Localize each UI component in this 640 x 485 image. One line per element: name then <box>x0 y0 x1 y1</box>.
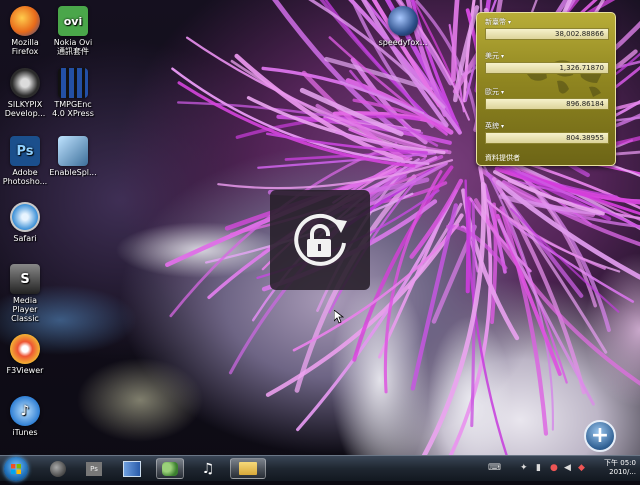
desktop-icon-silkypix[interactable]: SILKYPIX Develop... <box>0 68 50 118</box>
clock-time: 下午 05:0 <box>604 459 636 467</box>
desktop-icon-tmpgenc[interactable]: TMPGEnc 4.0 XPress <box>48 68 98 118</box>
taskbar-item-folder[interactable] <box>230 458 266 479</box>
currency-row: 美元 ▾ 1,326.71870 <box>485 51 609 74</box>
taskbar-item-firefox[interactable] <box>44 458 72 479</box>
desktop-icon-label: 4.0 XPress <box>52 109 94 118</box>
currency-selector[interactable]: 新臺幣 ▾ <box>485 17 609 27</box>
music-note-icon: ♫ <box>201 460 215 477</box>
power-icon[interactable]: ◆ <box>578 463 585 473</box>
desktop-icon-speedyfox[interactable]: speedyfox... <box>378 6 428 47</box>
pin-icon[interactable]: ✦ <box>520 463 528 473</box>
chevron-down-icon: ▾ <box>501 89 505 96</box>
desktop-icon-label: Photosho... <box>2 177 48 186</box>
currency-amount-input[interactable]: 804.38955 <box>485 132 609 144</box>
security-icon[interactable]: ● <box>550 463 558 473</box>
itunes-icon: ♪ <box>10 396 40 426</box>
desktop-icon-label: Adobe <box>12 168 38 177</box>
currency-selector[interactable]: 英鎊 ▾ <box>485 121 609 131</box>
desktop-icon-label: Safari <box>13 234 37 243</box>
photoshop-icon: Ps <box>10 136 40 166</box>
desktop-icon-label: Media <box>12 296 38 305</box>
desktop-icon-label: EnableSpl... <box>49 168 97 177</box>
currency-selector[interactable]: 美元 ▾ <box>485 51 609 61</box>
firefox-icon <box>10 6 40 36</box>
tmpgenc-icon <box>58 68 88 98</box>
currency-amount-input[interactable]: 1,326.71870 <box>485 62 609 74</box>
desktop-icon-label: 通訊套件 <box>57 47 89 56</box>
photoshop-icon: Ps <box>86 461 102 476</box>
folder-icon <box>239 462 257 475</box>
desktop-icon-label: F3Viewer <box>6 366 44 375</box>
system-tray: ⌨ ✦ ▮ ● ◀ ◆ 下午 05:0 2010/... <box>480 456 640 481</box>
taskbar-item-book[interactable] <box>118 458 146 479</box>
volume-icon[interactable]: ◀ <box>564 463 571 473</box>
book-icon <box>123 460 141 477</box>
taskbar: Ps ♫ ⌨ ✦ ▮ ● ◀ ◆ 下午 05:0 2010/... <box>0 455 640 481</box>
currency-row: 歐元 ▾ 896.86184 <box>485 87 609 110</box>
desktop-icon-label: Develop... <box>4 109 46 118</box>
desktop-icon-enablespl[interactable]: EnableSpl... <box>48 136 98 177</box>
add-button[interactable]: + <box>584 420 616 452</box>
taskbar-item-messenger[interactable] <box>156 458 184 479</box>
taskbar-item-music[interactable]: ♫ <box>194 458 222 479</box>
desktop-icon-media-player-classic[interactable]: S Media Player Classic <box>0 264 50 323</box>
firefox-icon <box>50 460 66 477</box>
chevron-down-icon: ▾ <box>508 19 512 26</box>
media-player-classic-icon: S <box>10 264 40 294</box>
desktop-icon-itunes[interactable]: ♪ iTunes <box>0 396 50 437</box>
desktop-icon-label: SILKYPIX <box>7 100 43 109</box>
messenger-icon <box>162 461 178 476</box>
start-button[interactable] <box>4 457 28 481</box>
currency-amount-input[interactable]: 896.86184 <box>485 98 609 110</box>
flower-strand <box>490 202 498 325</box>
currency-row: 新臺幣 ▾ 38,002.88866 <box>485 17 609 40</box>
chevron-down-icon: ▾ <box>501 123 505 130</box>
clock-date: 2010/... <box>609 468 636 476</box>
rotate-lock-icon <box>294 213 347 266</box>
data-provider-link[interactable]: 資料提供者 <box>485 153 520 163</box>
keyboard-icon[interactable]: ⌨ <box>488 463 501 473</box>
mouse-cursor-icon <box>334 310 344 324</box>
taskbar-clock[interactable]: 下午 05:0 2010/... <box>592 459 636 477</box>
windows-logo-icon <box>11 464 21 474</box>
chevron-down-icon: ▾ <box>501 53 505 60</box>
desktop-icon-label: Nokia Ovi <box>53 38 93 47</box>
currency-selector[interactable]: 歐元 ▾ <box>485 87 609 97</box>
desktop-icon-label: Mozilla <box>11 38 39 47</box>
speedyfox-icon <box>388 6 418 36</box>
taskbar-item-photoshop[interactable]: Ps <box>80 458 108 479</box>
silkypix-icon <box>10 68 40 98</box>
desktop-icon-photoshop[interactable]: Ps Adobe Photosho... <box>0 136 50 186</box>
desktop-icon-label: Player <box>12 305 38 314</box>
f3viewer-icon <box>10 334 40 364</box>
ovi-icon: ovi <box>58 6 88 36</box>
desktop-icon-label: Firefox <box>11 47 39 56</box>
desktop-icon-label: speedyfox... <box>378 38 428 47</box>
safari-icon <box>10 202 40 232</box>
desktop-icon-label: Classic <box>11 314 39 323</box>
desktop-icon-safari[interactable]: Safari <box>0 202 50 243</box>
desktop-icon-label: iTunes <box>12 428 38 437</box>
desktop-icon-firefox[interactable]: Mozilla Firefox <box>0 6 50 56</box>
currency-row: 英鎊 ▾ 804.38955 <box>485 121 609 144</box>
enablespl-icon <box>58 136 88 166</box>
desktop-icon-label: TMPGEnc <box>54 100 92 109</box>
currency-converter-gadget[interactable]: 新臺幣 ▾ 38,002.88866 美元 ▾ 1,326.71870 歐元 ▾ 89… <box>476 12 616 166</box>
currency-amount-input[interactable]: 38,002.88866 <box>485 28 609 40</box>
desktop-icon-f3viewer[interactable]: F3Viewer <box>0 334 50 375</box>
screen-rotation-lock-overlay[interactable] <box>270 190 370 290</box>
desktop-icon-nokia-ovi[interactable]: ovi Nokia Ovi 通訊套件 <box>48 6 98 56</box>
network-icon[interactable]: ▮ <box>536 463 541 473</box>
